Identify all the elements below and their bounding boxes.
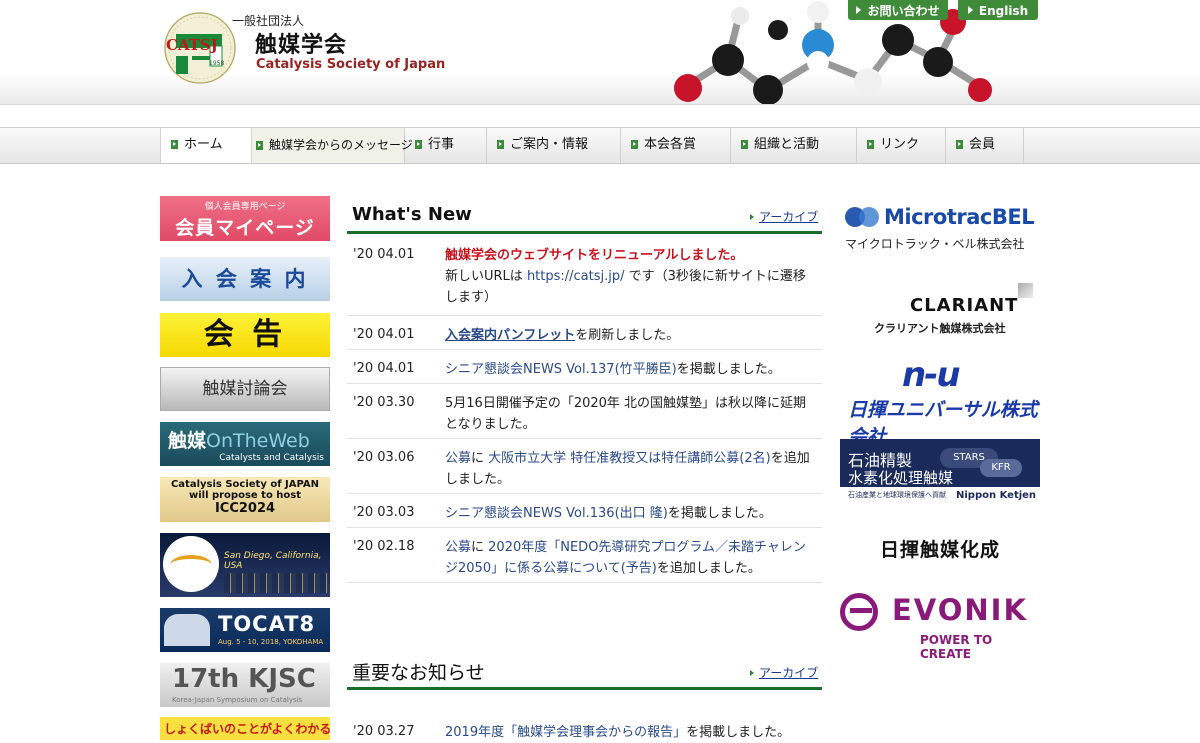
- news-date: '20 04.01: [353, 327, 415, 342]
- logo-year: 1958: [209, 60, 225, 67]
- banner-notice[interactable]: 会 告: [160, 313, 330, 357]
- news-body: 公募に 大阪市立大学 特任准教授又は特任講師公募(2名)を追加しました。: [445, 451, 810, 487]
- whats-new-title: What's New: [352, 204, 472, 225]
- nav-links[interactable]: リンク: [857, 128, 946, 163]
- sponsor-clariant[interactable]: CLARIANT クラリアント触媒株式会社: [840, 283, 1040, 335]
- nav-message[interactable]: 触媒学会からのメッセージ: [252, 128, 413, 163]
- news-date: '20 04.01: [353, 247, 415, 262]
- sponsor-jgc-catalysts[interactable]: 日揮触媒化成: [840, 535, 1040, 565]
- icc-arc-icon: [170, 555, 212, 575]
- news-date: '20 03.03: [353, 505, 415, 520]
- arrow-icon: [856, 6, 862, 14]
- bullet-icon: [867, 140, 874, 149]
- news-body: シニア懇談会NEWS Vol.136(出口 隆)を掲載しました。: [445, 506, 772, 521]
- news-body: 触媒学会のウェブサイトをリニューアルしました。 新しいURLは https://…: [445, 248, 806, 305]
- sponsor-nippon-ketjen[interactable]: 石油精製 水素化処理触媒 STARS KFR 石油産業と地球環境保護へ貢献 Ni…: [840, 439, 1040, 505]
- nav-members[interactable]: 会員: [946, 128, 1024, 163]
- news-date: '20 04.01: [353, 361, 415, 376]
- banner-icc2024[interactable]: Catalysis Society of JAPAN will propose …: [160, 477, 330, 522]
- microtrac-circles-icon: [845, 205, 885, 229]
- news-date: '20 03.30: [353, 395, 415, 410]
- news-item: '20 03.06 公募に 大阪市立大学 特任准教授又は特任講師公募(2名)を追…: [347, 438, 822, 494]
- nav-info[interactable]: ご案内・情報: [487, 128, 621, 163]
- important-title: 重要なお知らせ: [352, 662, 485, 684]
- bullet-icon: [631, 140, 638, 149]
- bullet-icon: [256, 141, 263, 150]
- news-link[interactable]: シニア懇談会NEWS Vol.137(竹平勝臣): [445, 362, 677, 377]
- sponsor-nikki-universal[interactable]: n-u 日揮ユニバーサル株式会社: [840, 355, 1040, 448]
- bullet-icon: [741, 140, 748, 149]
- banner-forum[interactable]: 触媒討論会: [160, 367, 330, 411]
- english-button[interactable]: English: [958, 0, 1038, 20]
- sponsor-evonik[interactable]: EVONIK POWER TO CREATE: [840, 593, 1040, 661]
- news-link[interactable]: 公募: [445, 451, 471, 466]
- banner-17th-kjsc[interactable]: 17th KJSC Korea-Japan Symposium on Catal…: [160, 663, 330, 707]
- news-headline: 触媒学会のウェブサイトをリニューアルしました。: [445, 248, 744, 263]
- whats-new-archive-link[interactable]: アーカイブ: [750, 208, 818, 225]
- banner-on-the-web[interactable]: 触媒OnTheWeb Catalysts and Catalysis: [160, 422, 330, 466]
- news-date: '20 02.18: [353, 539, 415, 554]
- news-item: '20 04.01 触媒学会のウェブサイトをリニューアルしました。 新しいURL…: [347, 235, 822, 316]
- news-link[interactable]: 大阪市立大学 特任准教授又は特任講師公募(2名): [488, 451, 771, 466]
- news-body: 5月16日開催予定の「2020年 北の国触媒塾」は秋以降に延期となりました。: [445, 396, 807, 432]
- bullet-icon: [497, 140, 504, 149]
- news-item: '20 04.01 入会案内パンフレットを刷新しました。: [347, 315, 822, 350]
- clariant-icon: [1018, 283, 1033, 298]
- banner-join[interactable]: 入 会 案 内: [160, 257, 330, 301]
- news-item: '20 03.03 シニア懇談会NEWS Vol.136(出口 隆)を掲載しまし…: [347, 493, 822, 528]
- nav-organization[interactable]: 組織と活動: [731, 128, 857, 163]
- notice-link[interactable]: 2019年度「触媒学会理事会からの報告」: [445, 725, 686, 740]
- notice-date: '20 03.27: [353, 724, 415, 739]
- triangle-icon: [750, 214, 754, 220]
- news-item: '20 02.18 公募に 2020年度「NEDO先導研究プログラム／未踏チャレ…: [347, 527, 822, 583]
- news-link[interactable]: 入会案内パンフレット: [445, 328, 575, 343]
- notice-item: '20 03.27 2019年度「触媒学会理事会からの報告」を掲載しました。: [347, 712, 822, 740]
- news-body: シニア懇談会NEWS Vol.137(竹平勝臣)を掲載しました。: [445, 362, 781, 377]
- important-rule: [347, 687, 822, 690]
- news-body: 公募に 2020年度「NEDO先導研究プログラム／未踏チャレンジ2050」に係る…: [445, 540, 806, 576]
- logo-mark-text: CATSJ: [166, 36, 218, 54]
- logo-title-en[interactable]: Catalysis Society of Japan: [256, 57, 445, 72]
- bullet-icon: [956, 140, 963, 149]
- news-item: '20 03.30 5月16日開催予定の「2020年 北の国触媒塾」は秋以降に延…: [347, 383, 822, 439]
- arrow-icon: [967, 6, 973, 14]
- news-item: '20 04.01 シニア懇談会NEWS Vol.137(竹平勝臣)を掲載しまし…: [347, 349, 822, 384]
- whats-new-rule: [347, 231, 822, 234]
- nav-awards[interactable]: 本会各賞: [621, 128, 731, 163]
- important-archive-link[interactable]: アーカイブ: [750, 664, 818, 681]
- main-nav: ホーム 触媒学会からのメッセージ 行事 ご案内・情報 本会各賞 組織と活動 リン…: [0, 127, 1200, 164]
- banner-catalyst-explained[interactable]: しょくばいのことがよくわかる!: [160, 717, 330, 740]
- news-link[interactable]: シニア懇談会NEWS Vol.136(出口 隆): [445, 506, 668, 521]
- nav-home[interactable]: ホーム: [160, 128, 252, 163]
- banner-member-mypage[interactable]: 個人会員専用ページ 会員マイページ: [160, 196, 330, 241]
- news-date: '20 03.06: [353, 450, 415, 465]
- site-header: CATSJ 1958 一般社団法人 触媒学会 Catalysis Society…: [0, 0, 1200, 105]
- building-image: [164, 614, 210, 646]
- news-link[interactable]: 公募: [445, 540, 471, 555]
- bullet-icon: [171, 140, 178, 149]
- logo-title-jp[interactable]: 触媒学会: [255, 27, 347, 59]
- bullet-icon: [415, 140, 422, 149]
- news-link[interactable]: https://catsj.jp/: [527, 269, 625, 284]
- news-body: 入会案内パンフレットを刷新しました。: [445, 328, 680, 343]
- banner-17th-icc[interactable]: San Diego, California, USA: [160, 533, 330, 597]
- triangle-icon: [750, 670, 754, 676]
- banner-tocat8[interactable]: TOCAT8 Aug. 5 - 10, 2018, YOKOHAMA: [160, 608, 330, 652]
- city-skyline: [224, 573, 328, 593]
- nav-events[interactable]: 行事: [405, 128, 487, 163]
- contact-button[interactable]: お問い合わせ: [848, 0, 948, 20]
- sponsor-microtrac-bel[interactable]: MicrotracBEL マイクロトラック・ベル株式会社: [840, 205, 1040, 253]
